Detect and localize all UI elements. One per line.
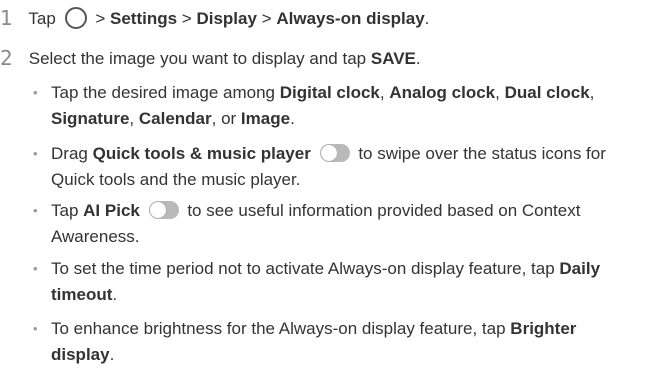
- step-number: 1: [0, 6, 13, 30]
- option-signature: Signature: [51, 109, 130, 128]
- comma: ,: [495, 83, 500, 102]
- period: .: [415, 49, 421, 68]
- bullet-text: Drag: [51, 144, 88, 163]
- option-dual-clock: Dual clock: [504, 83, 590, 102]
- bullet-item: • Tap the desired image among Digital cl…: [33, 80, 633, 132]
- always-on-display-label: Always-on display: [276, 9, 425, 28]
- ai-pick-label: AI Pick: [83, 201, 140, 220]
- step-text-tap: Tap: [28, 9, 56, 28]
- period: .: [424, 9, 430, 28]
- comma: ,: [129, 109, 135, 128]
- option-calendar: Calendar: [138, 109, 212, 128]
- separator: >: [95, 9, 106, 28]
- settings-label: Settings: [109, 9, 178, 28]
- comma: ,: [379, 83, 385, 102]
- bullet-dot: •: [33, 85, 38, 100]
- comma-or: , or: [211, 109, 237, 128]
- period: .: [109, 345, 115, 364]
- save-label: SAVE: [370, 49, 416, 68]
- bullet-item: • Tap AI Pick to see useful information …: [33, 198, 633, 250]
- ai-pick-toggle-icon: [148, 201, 179, 219]
- separator: >: [261, 9, 272, 28]
- period: .: [112, 285, 118, 304]
- option-analog-clock: Analog clock: [389, 83, 496, 102]
- home-circle-icon: [64, 7, 87, 29]
- period: .: [290, 109, 295, 128]
- option-image: Image: [240, 109, 291, 128]
- bullet-dot: •: [33, 321, 38, 336]
- bullet-item: • To set the time period not to activate…: [33, 256, 633, 308]
- step-number: 2: [0, 46, 13, 70]
- option-digital-clock: Digital clock: [279, 83, 380, 102]
- bullet-dot: •: [33, 261, 38, 276]
- comma: ,: [589, 83, 595, 102]
- step-2: 2 Select the image you want to display a…: [0, 47, 421, 70]
- step-text: Select the image you want to display and…: [28, 49, 367, 68]
- bullet-item: • To enhance brightness for the Always-o…: [33, 316, 633, 368]
- bullet-text: To set the time period not to activate A…: [51, 259, 555, 278]
- step-1: 1 Tap > Settings > Display > Always-on d…: [0, 7, 429, 30]
- bullet-text: To enhance brightness for the Always-on …: [51, 319, 506, 338]
- display-label: Display: [196, 9, 257, 28]
- separator: >: [181, 9, 192, 28]
- quick-tools-music-player-label: Quick tools & music player: [92, 144, 311, 163]
- bullet-text: Tap the desired image among: [51, 83, 275, 102]
- quick-tools-toggle-icon: [319, 144, 350, 162]
- bullet-item: • Drag Quick tools & music player to swi…: [33, 141, 633, 193]
- bullet-text: Tap: [51, 201, 79, 220]
- bullet-dot: •: [33, 146, 38, 161]
- bullet-dot: •: [33, 203, 38, 218]
